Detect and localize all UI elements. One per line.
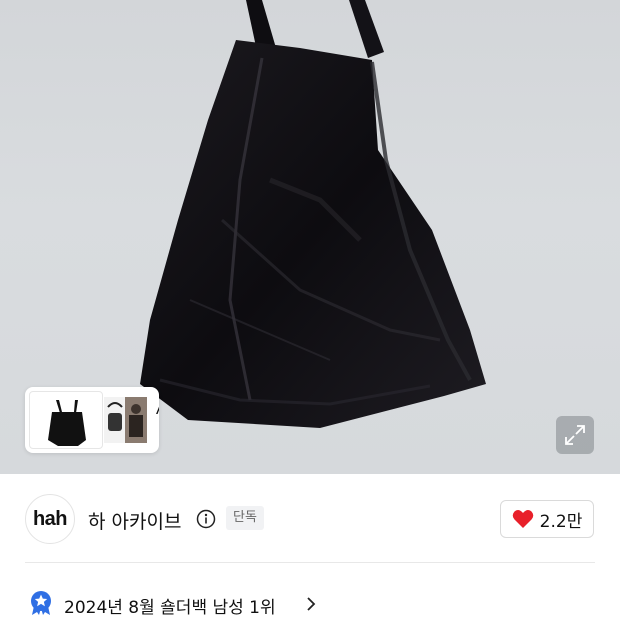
expand-image-button[interactable] xyxy=(556,416,594,454)
like-button[interactable]: 2.2만 xyxy=(500,500,594,538)
ai-recommend-card[interactable]: AI xyxy=(25,387,159,453)
brand-logo[interactable]: hah xyxy=(25,494,75,544)
similar-item-thumbnail xyxy=(125,397,147,443)
ai-label: AI xyxy=(156,401,159,419)
brand-name[interactable]: 하 아카이브 xyxy=(88,507,181,534)
divider xyxy=(25,562,595,563)
like-count: 2.2만 xyxy=(539,511,583,532)
heart-icon xyxy=(512,510,533,528)
chevron-right-icon xyxy=(307,597,316,611)
ranking-link[interactable]: 2024년 8월 숄더백 남성 1위 xyxy=(0,584,620,620)
similar-item-thumbnail xyxy=(104,397,126,443)
info-icon[interactable] xyxy=(196,509,216,529)
similar-item-thumbnail xyxy=(29,391,103,449)
brand-row: hah 하 아카이브 단독 2.2만 xyxy=(0,474,620,564)
ranking-text: 2024년 8월 숄더백 남성 1위 xyxy=(64,598,276,618)
exclusive-badge: 단독 xyxy=(226,506,264,530)
expand-icon xyxy=(565,425,585,445)
product-image[interactable]: AI xyxy=(0,0,620,474)
ranking-medal-icon xyxy=(31,591,51,615)
